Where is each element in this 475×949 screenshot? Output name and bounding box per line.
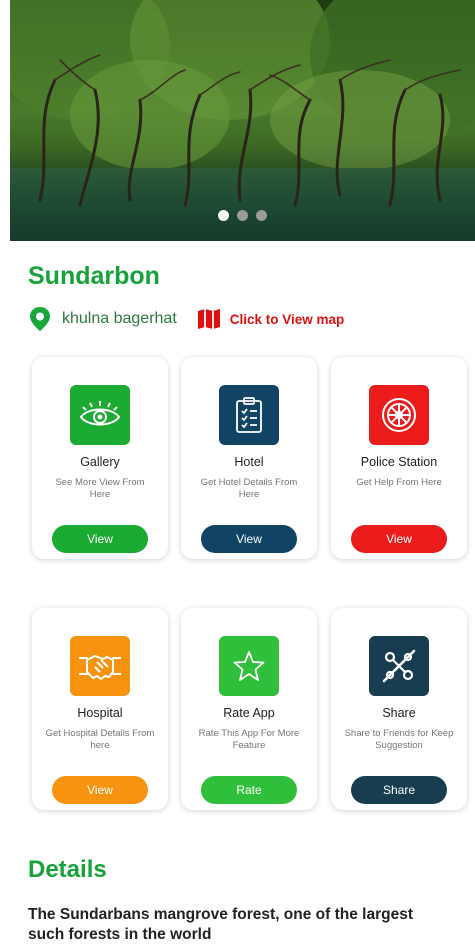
hospital-tile (70, 636, 130, 696)
star-icon (233, 651, 265, 681)
card-description: Rate This App For More Feature (198, 728, 300, 751)
police-view-button[interactable]: View (351, 525, 447, 553)
clipboard-icon (236, 397, 262, 433)
card-title: Rate App (223, 706, 275, 720)
card-title: Police Station (360, 455, 438, 469)
place-title: Sundarbon (28, 262, 160, 290)
card-description: Share to Friends for Keep Suggestion (344, 728, 454, 751)
hotel-tile (219, 385, 279, 445)
rate-app-tile (219, 636, 279, 696)
card-share: Share Share to Friends for Keep Suggesti… (331, 608, 467, 810)
wheel-icon (382, 398, 416, 432)
card-police-station: Police Station Get Help From Here View (331, 357, 467, 559)
slider-dot[interactable] (237, 210, 248, 221)
gallery-view-button[interactable]: View (52, 525, 148, 553)
card-title: Share (382, 706, 416, 720)
slider-dot[interactable] (218, 210, 229, 221)
card-title: Gallery (80, 455, 120, 469)
details-heading: Details (28, 856, 107, 883)
hospital-view-button[interactable]: View (52, 776, 148, 804)
gallery-tile (70, 385, 130, 445)
eye-icon (79, 401, 121, 426)
mangrove-trees (38, 54, 461, 207)
card-description: Get Hotel Details From Here (200, 477, 298, 500)
card-description: Get Help From Here (356, 477, 442, 488)
share-tile (369, 636, 429, 696)
view-map-button[interactable]: Click to View map (197, 308, 345, 330)
share-button[interactable]: Share (351, 776, 447, 804)
details-text: The Sundarbans mangrove forest, one of t… (28, 906, 413, 943)
card-hotel: Hotel Get Hotel Details From Here View (181, 357, 317, 559)
slider-dots[interactable] (10, 210, 475, 221)
hero-image-slider[interactable] (10, 0, 475, 241)
location-text: khulna bagerhat (62, 310, 177, 327)
location-row: khulna bagerhat Click to View map (28, 306, 344, 332)
card-rate-app: Rate App Rate This App For More Feature … (181, 608, 317, 810)
rate-button[interactable]: Rate (201, 776, 297, 804)
view-map-label: Click to View map (229, 311, 345, 327)
share-icon (382, 649, 416, 683)
location-pin-icon (30, 307, 50, 331)
handshake-icon (79, 655, 121, 680)
map-icon (197, 309, 220, 329)
card-gallery: Gallery See More View From Here View (32, 357, 168, 559)
card-hospital: Hospital Get Hospital Details From here … (32, 608, 168, 810)
card-title: Hotel (234, 455, 264, 469)
card-description: Get Hospital Details From here (45, 728, 155, 751)
slider-dot[interactable] (256, 210, 267, 221)
police-station-tile (369, 385, 429, 445)
card-description: See More View From Here (55, 477, 145, 500)
hotel-view-button[interactable]: View (201, 525, 297, 553)
card-title: Hospital (77, 706, 123, 720)
